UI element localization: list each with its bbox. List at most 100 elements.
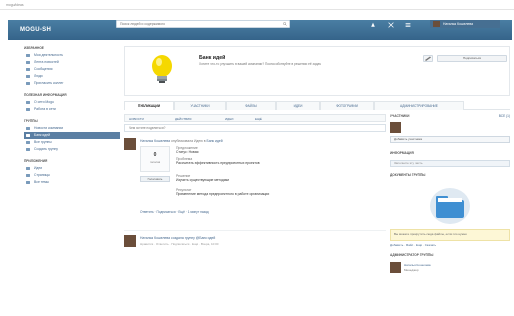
post-composer[interactable] xyxy=(124,124,386,132)
avatar[interactable] xyxy=(390,122,401,133)
sidebar-section-favorites: Избранное xyxy=(24,46,44,50)
group-icon xyxy=(26,134,30,137)
activity-feed: Новости Действия Идеи Ещё Наталья Кошеле… xyxy=(124,114,386,312)
post-actions[interactable]: Нравится · Ответить · Подписаться · Ещё … xyxy=(140,242,218,246)
search-box[interactable] xyxy=(116,20,290,28)
notifications-icon[interactable] xyxy=(370,22,376,28)
members-all-link[interactable]: Все (1) xyxy=(499,114,510,118)
avatar[interactable] xyxy=(124,235,136,247)
avatar xyxy=(433,21,440,27)
sidebar-item-pages[interactable]: Страницы xyxy=(24,172,120,179)
avatar[interactable] xyxy=(124,138,136,150)
people-icon xyxy=(26,75,30,78)
search-icon[interactable] xyxy=(283,22,287,26)
cloud-folder-icon xyxy=(430,188,470,224)
post-header: Наталья Кошелева опубликовала Идею в Бан… xyxy=(140,139,223,143)
lightbulb-icon xyxy=(152,55,172,83)
post-input[interactable] xyxy=(125,125,385,131)
admin-role: Менеджер xyxy=(404,268,419,272)
sidebar-item-about[interactable]: О сети Mogu xyxy=(24,99,120,106)
post-author[interactable]: Наталья Кошелева xyxy=(140,139,170,143)
vote-button[interactable]: Голосовать xyxy=(140,176,170,182)
tab-posts[interactable]: Публикации xyxy=(124,101,174,110)
main-content: Банк идей Хотите что-то улучшить в вашей… xyxy=(124,46,510,312)
members-heading: Участники Все (1) xyxy=(390,114,510,118)
tab-admin[interactable]: Администрирование xyxy=(374,101,464,110)
post-header[interactable]: Наталья Кошелева создала группу @Банк ид… xyxy=(140,236,215,240)
activity-icon xyxy=(26,54,30,57)
idea-field-result: Результат Применение метода предпроектног… xyxy=(176,188,270,196)
sidebar-item-help[interactable]: Работа в сети xyxy=(24,106,120,113)
info-field[interactable]: Заполните эту часть xyxy=(390,160,510,167)
feed-post: Наталья Кошелева опубликовала Идею в Бан… xyxy=(124,138,386,222)
admin-heading: Администратор группы xyxy=(390,253,434,257)
info-heading: Информация xyxy=(390,151,414,155)
add-member-button[interactable]: Добавить участника xyxy=(390,136,510,143)
group-icon xyxy=(26,127,30,130)
avatar[interactable] xyxy=(390,262,401,273)
documents-heading: Документы группы xyxy=(390,173,426,177)
tab-photos[interactable]: Фотографии xyxy=(320,101,374,110)
sidebar-item-idea-bank[interactable]: Банк идей xyxy=(24,132,120,139)
sidebar-section-info: Полезная информация xyxy=(24,93,67,97)
sidebar-item-company-news[interactable]: Новости компании xyxy=(24,125,120,132)
post-group-link[interactable]: Банк идей xyxy=(207,139,223,143)
plus-icon xyxy=(26,148,30,151)
logo[interactable]: MOGU-SH xyxy=(20,27,51,33)
group-description: Хотите что-то улучшить в вашей компании?… xyxy=(199,62,322,66)
pencil-icon xyxy=(425,56,431,61)
tab-members[interactable]: Участники xyxy=(174,101,226,110)
search-input[interactable] xyxy=(117,21,289,27)
idea-field-problem: Проблема Рассчитать эффективность предпро… xyxy=(176,157,260,165)
documents-note: Вы можете прокрутить сюда файлы, если эт… xyxy=(390,229,510,241)
feed-post: Наталья Кошелева создала группу @Банк ид… xyxy=(124,230,386,250)
user-menu[interactable]: Наталья Кошелева xyxy=(430,20,500,28)
vote-count: 0 xyxy=(153,152,157,158)
sidebar-item-people[interactable]: Люди xyxy=(24,73,120,80)
invite-icon xyxy=(26,82,30,85)
browser-bar: mogu/ideas xyxy=(0,0,514,10)
filter-ideas[interactable]: Идеи xyxy=(225,117,233,121)
group-admin: Наталья Кошелева Менеджер xyxy=(390,262,510,276)
idea-icon xyxy=(26,167,30,170)
tools-icon[interactable] xyxy=(388,22,394,28)
sidebar-item-ideas[interactable]: Идеи xyxy=(24,165,120,172)
group-title: Банк идей xyxy=(199,55,226,61)
documents-actions[interactable]: Добавить · Файл · Ещё · Скачать xyxy=(390,243,510,247)
info-icon xyxy=(26,101,30,104)
admin-name[interactable]: Наталья Кошелева xyxy=(404,263,431,267)
sidebar-item-activity[interactable]: Моя деятельность xyxy=(24,52,120,59)
feed-icon xyxy=(26,61,30,64)
sidebar-item-invite[interactable]: Пригласить коллег xyxy=(24,80,120,87)
tab-ideas[interactable]: Идеи xyxy=(276,101,320,110)
sidebar-item-news-feed[interactable]: Лента новостей xyxy=(24,59,120,66)
menu-icon[interactable] xyxy=(405,22,411,28)
sidebar-item-topics[interactable]: Все темы xyxy=(24,179,120,186)
join-group-button[interactable]: Подписаться xyxy=(437,55,507,62)
sidebar-item-create-group[interactable]: Создать группу xyxy=(24,146,120,153)
vote-counter: 0 голосов xyxy=(140,146,170,172)
documents-illustration xyxy=(390,182,510,226)
group-tabs: Публикации Участники Файлы Идеи Фотограф… xyxy=(124,100,510,110)
sidebar-item-messages[interactable]: Сообщения xyxy=(24,66,120,73)
right-column: Участники Все (1) Добавить участника Инф… xyxy=(390,114,510,312)
address-bar[interactable]: mogu/ideas xyxy=(6,3,24,7)
topics-icon xyxy=(26,181,30,184)
sidebar-section-groups: Группы xyxy=(24,119,38,123)
search-icon xyxy=(26,141,30,144)
vote-count-label: голосов xyxy=(149,160,161,164)
sidebar-item-all-groups[interactable]: Все группы xyxy=(24,139,120,146)
tab-files[interactable]: Файлы xyxy=(226,101,276,110)
idea-field-proposal: Предложение Статус: Новая xyxy=(176,146,199,154)
message-icon xyxy=(26,68,30,71)
idea-field-solution: Решение Изучить существующие методики xyxy=(176,174,230,182)
sidebar: Избранное Моя деятельность Лента новосте… xyxy=(24,46,120,246)
filter-more[interactable]: Ещё xyxy=(255,117,262,121)
filter-actions[interactable]: Действия xyxy=(175,117,191,121)
sidebar-section-apps: Приложения xyxy=(24,159,48,163)
edit-button[interactable] xyxy=(423,55,433,62)
help-icon xyxy=(26,108,30,111)
pages-icon xyxy=(26,174,30,177)
post-actions[interactable]: Ответить · Подписаться · Ещё · 1 минут н… xyxy=(140,210,209,214)
filter-news[interactable]: Новости xyxy=(129,117,144,121)
